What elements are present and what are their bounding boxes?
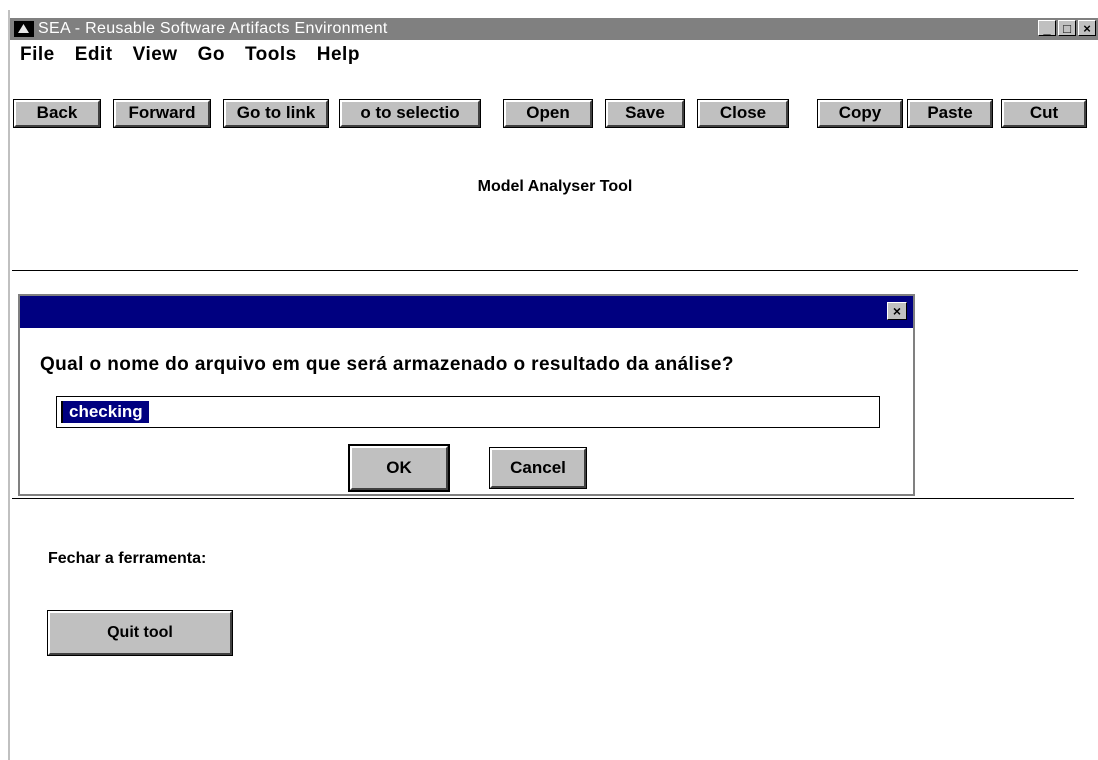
dialog-prompt: Qual o nome do arquivo em que será armaz… <box>40 354 734 375</box>
divider-top <box>12 270 1078 271</box>
filename-value: checking <box>61 401 149 423</box>
quit-tool-button[interactable]: Quit tool <box>47 610 233 656</box>
toolbar: Back Forward Go to link o to selectio Op… <box>10 72 1098 128</box>
dialog-title-bar[interactable]: × <box>20 296 913 328</box>
close-button[interactable]: × <box>1078 20 1096 36</box>
dialog-close-icon[interactable]: × <box>887 302 907 320</box>
cut-button[interactable]: Cut <box>1001 99 1087 128</box>
page-heading: Model Analyser Tool <box>477 178 633 195</box>
filename-input[interactable]: checking <box>56 396 880 428</box>
save-button[interactable]: Save <box>605 99 685 128</box>
menu-view[interactable]: View <box>133 44 178 66</box>
paste-button[interactable]: Paste <box>907 99 993 128</box>
menu-help[interactable]: Help <box>317 44 360 66</box>
divider-bottom <box>12 498 1074 499</box>
title-bar[interactable]: SEA - Reusable Software Artifacts Enviro… <box>10 18 1098 40</box>
menu-bar: File Edit View Go Tools Help <box>10 41 1098 69</box>
minimize-button[interactable]: _ <box>1038 20 1056 36</box>
quit-label: Fechar a ferramenta: <box>48 550 207 567</box>
window-title: SEA - Reusable Software Artifacts Enviro… <box>38 20 388 37</box>
ok-button[interactable]: OK <box>348 444 450 492</box>
back-button[interactable]: Back <box>13 99 101 128</box>
cancel-button[interactable]: Cancel <box>489 447 587 489</box>
open-button[interactable]: Open <box>503 99 593 128</box>
close-doc-button[interactable]: Close <box>697 99 789 128</box>
menu-edit[interactable]: Edit <box>75 44 113 66</box>
go-to-link-button[interactable]: Go to link <box>223 99 329 128</box>
save-file-dialog: × Qual o nome do arquivo em que será arm… <box>18 294 915 496</box>
maximize-button[interactable]: □ <box>1058 20 1076 36</box>
menu-go[interactable]: Go <box>198 44 225 66</box>
menu-tools[interactable]: Tools <box>245 44 297 66</box>
app-icon <box>14 21 34 37</box>
copy-button[interactable]: Copy <box>817 99 903 128</box>
go-to-selection-button[interactable]: o to selectio <box>339 99 481 128</box>
menu-file[interactable]: File <box>20 44 55 66</box>
window-controls: _ □ × <box>1038 20 1096 36</box>
forward-button[interactable]: Forward <box>113 99 211 128</box>
